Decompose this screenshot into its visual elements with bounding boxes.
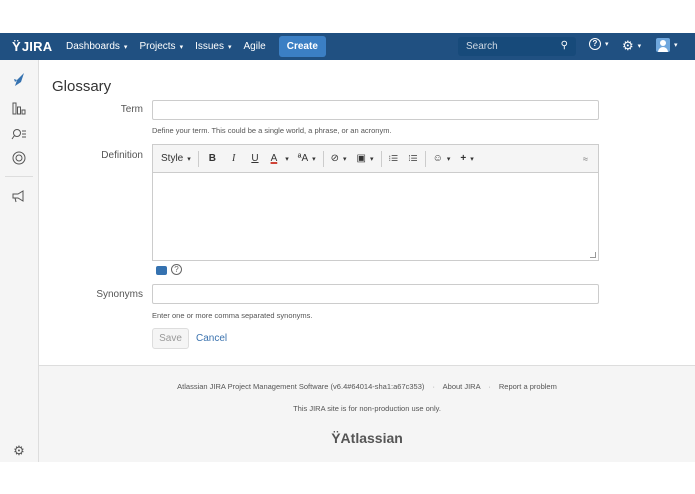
nav-issues-label: Issues [195,41,224,52]
toolbar-divider [322,150,324,167]
footer-notice: This JIRA site is for non-production use… [293,404,441,413]
admin-menu[interactable]: ⚙ ▾ [622,38,641,54]
top-navigation-bar: Ÿ JIRA Dashboards ▾ Projects ▾ Issues ▾ … [0,33,695,60]
text-color-icon: A [270,153,278,164]
project-sidebar: ⚙ [0,60,39,462]
nav-issues[interactable]: Issues ▾ [195,41,231,52]
search-placeholder: Search [466,41,498,52]
definition-editor[interactable] [152,172,599,261]
emoji-button[interactable]: ☺ ▾ [428,153,456,164]
chevron-down-icon: ▾ [470,155,474,163]
chevron-down-icon: ▾ [285,155,289,163]
search-icon: ⚲ [560,40,568,51]
report-problem-link[interactable]: Report a problem [499,382,557,391]
italic-button[interactable]: I [224,153,243,164]
bottom-whitespace [0,462,695,494]
chevron-down-icon: ▾ [370,155,374,163]
nav-projects-label: Projects [139,41,176,52]
search-issues-icon[interactable] [0,127,38,144]
image-button[interactable]: ▣ ▾ [352,153,379,164]
footer-version-text: Atlassian JIRA Project Management Softwa… [177,382,425,391]
components-icon[interactable] [0,151,38,168]
image-icon: ▣ [356,153,366,164]
bullet-list-button[interactable]: ⁝☰ [384,154,404,163]
toolbar-divider [380,150,382,167]
atlassian-logo-icon: Ÿ [331,430,341,446]
text-size-button[interactable]: ªA ▾ [293,153,321,164]
gear-icon[interactable]: ⚙ [0,443,38,459]
chevron-down-icon: ▾ [446,155,451,163]
chevron-down-icon: ▾ [179,43,184,51]
jira-logo[interactable]: Ÿ JIRA [0,39,54,54]
synonyms-hint: Enter one or more comma separated synony… [152,311,313,320]
chevron-down-icon: ▾ [605,41,609,48]
top-whitespace [0,0,695,33]
chevron-down-icon: ▾ [674,42,678,49]
jira-logo-icon: Ÿ [12,39,21,54]
chevron-down-icon: ▾ [637,43,642,50]
jira-logo-text: JIRA [21,39,53,54]
editor-toolbar: Style ▾ B I U A ▾ ªA ▾ ⊘ ▾ ▣ ▾ ⁝☰ ⁞☰ ☺ ▾ [152,144,599,172]
chevron-down-icon: ▾ [227,43,232,51]
underline-button[interactable]: U [243,153,266,164]
footer-separator: · [432,382,435,391]
nav-agile[interactable]: Agile [244,41,266,52]
chevron-down-icon: ▾ [187,155,191,163]
editor-mode-icon[interactable] [156,266,167,275]
text-size-icon: ªA [297,153,309,164]
emoji-icon: ☺ [432,153,443,164]
footer-separator: · [488,382,491,391]
page-footer: Atlassian JIRA Project Management Softwa… [39,365,695,462]
save-button[interactable]: Save [152,328,189,349]
numbered-list-button[interactable]: ⁞☰ [403,154,422,163]
synonyms-label: Synonyms [96,289,143,300]
nav-dashboards-label: Dashboards [66,41,120,52]
announce-icon[interactable] [0,189,38,206]
insert-more-button[interactable]: + ▾ [455,153,478,164]
toolbar-divider [424,150,426,167]
create-button[interactable]: Create [278,36,326,57]
page-title: Glossary [52,78,112,95]
cancel-link[interactable]: Cancel [196,333,227,344]
toolbar-divider [197,150,199,167]
style-dropdown[interactable]: Style ▾ [153,153,196,164]
nav-projects[interactable]: Projects ▾ [139,41,183,52]
help-icon: ? [589,38,601,50]
synonyms-input[interactable] [152,284,599,304]
plus-icon: + [460,153,467,164]
help-icon[interactable]: ? [171,264,182,275]
term-input[interactable] [152,100,599,120]
link-button[interactable]: ⊘ ▾ [326,153,352,164]
style-label: Style [161,153,184,164]
chevron-down-icon: ▾ [312,155,316,163]
sidebar-divider [5,176,33,177]
resize-handle-icon[interactable] [590,252,596,258]
gear-icon: ⚙ [622,38,634,53]
avatar [656,38,670,52]
rocket-icon[interactable] [0,72,38,91]
term-hint: Define your term. This could be a single… [152,126,392,135]
chevron-down-icon: ▾ [343,155,347,163]
footer-links: Atlassian JIRA Project Management Softwa… [39,382,695,391]
definition-label: Definition [101,150,143,161]
collapse-toolbar-button[interactable]: ≈ [578,154,598,164]
bold-button[interactable]: B [201,153,224,164]
glossary-form-panel: Glossary Term Define your term. This cou… [39,60,695,365]
nav-agile-label: Agile [243,41,266,52]
chevron-down-icon: ▾ [123,43,128,51]
reports-icon[interactable] [0,101,38,118]
term-label: Term [120,104,143,115]
search-input[interactable]: Search ⚲ [458,37,576,56]
about-jira-link[interactable]: About JIRA [443,382,481,391]
atlassian-logo[interactable]: ŸAtlassian [39,430,695,446]
text-color-button[interactable]: A ▾ [267,153,293,164]
user-menu[interactable]: ▾ [656,38,678,52]
atlassian-logo-text: Atlassian [340,430,403,446]
help-menu[interactable]: ? ▾ [589,38,609,50]
link-icon: ⊘ [330,153,340,164]
nav-dashboards[interactable]: Dashboards ▾ [66,41,127,52]
